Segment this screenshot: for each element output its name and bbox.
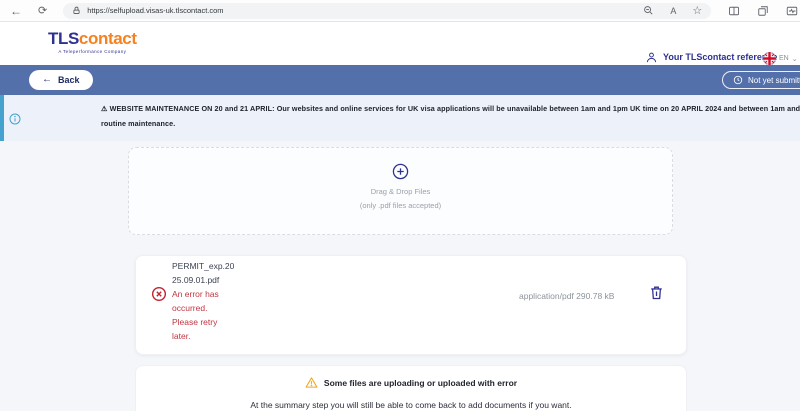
delete-file-button[interactable]	[647, 284, 665, 302]
status-badge: Not yet submitted	[722, 71, 800, 89]
file-error-line: occurred.	[172, 301, 256, 315]
read-aloud-icon[interactable]: A	[670, 6, 676, 16]
maintenance-banner: ⚠ WEBSITE MAINTENANCE ON 20 and 21 APRIL…	[0, 95, 800, 141]
dropzone-subtitle: (only .pdf files accepted)	[360, 201, 441, 210]
split-screen-icon[interactable]	[728, 5, 740, 17]
reference-label: Your TLScontact reference	[663, 52, 777, 62]
lock-icon	[72, 6, 81, 15]
maintenance-message: ⚠ WEBSITE MAINTENANCE ON 20 and 21 APRIL…	[101, 101, 800, 131]
action-bar: ← Back Not yet submitted	[0, 65, 800, 95]
back-button[interactable]: ← Back	[29, 70, 93, 90]
page-content: TLScontact A Teleperformance Company You…	[0, 22, 800, 411]
logo-text-tls: TLS	[48, 29, 79, 48]
uploaded-file-row: PERMIT_exp.20 25.09.01.pdf An error has …	[135, 255, 687, 355]
file-name-line: PERMIT_exp.20	[172, 259, 256, 273]
browser-back-icon[interactable]: ←	[10, 0, 22, 22]
banner-accent-bar	[0, 95, 4, 141]
file-meta: application/pdf 290.78 kB	[519, 291, 614, 301]
upload-warning: Some files are uploading or uploaded wit…	[136, 376, 686, 389]
maintenance-message-line1: ⚠ WEBSITE MAINTENANCE ON 20 and 21 APRIL…	[101, 101, 800, 116]
logo-tagline: A Teleperformance Company	[48, 49, 137, 54]
summary-step-note: At the summary step you will still be ab…	[136, 400, 686, 410]
file-error-line: Please retry	[172, 315, 256, 329]
language-selector[interactable]: EN ⌄	[763, 52, 798, 65]
browser-refresh-icon[interactable]: ⟳	[38, 0, 47, 22]
browser-essentials-icon[interactable]	[786, 5, 798, 17]
language-code: EN	[779, 55, 789, 62]
upload-warning-text: Some files are uploading or uploaded wit…	[324, 378, 517, 388]
back-button-arrow-icon: ←	[42, 75, 52, 85]
clock-icon	[733, 75, 743, 85]
site-header: TLScontact A Teleperformance Company You…	[0, 22, 800, 65]
maintenance-message-line2: routine maintenance.	[101, 116, 800, 131]
add-file-icon	[392, 163, 409, 180]
file-dropzone[interactable]: Drag & Drop Files (only .pdf files accep…	[128, 147, 673, 235]
file-error-line: later.	[172, 329, 256, 343]
file-info: PERMIT_exp.20 25.09.01.pdf An error has …	[172, 259, 256, 343]
chevron-down-icon: ⌄	[792, 55, 798, 63]
address-bar[interactable]: https://selfupload.visas-uk.tlscontact.c…	[63, 3, 711, 19]
upload-error-icon	[151, 286, 167, 307]
browser-window: ← ⟳ https://selfupload.visas-uk.tlsconta…	[0, 0, 800, 411]
info-icon	[9, 112, 21, 130]
zoom-out-icon[interactable]	[643, 5, 654, 16]
status-badge-label: Not yet submitted	[748, 76, 800, 85]
url-text: https://selfupload.visas-uk.tlscontact.c…	[87, 6, 223, 15]
favorites-star-icon[interactable]: ☆	[692, 4, 702, 17]
upload-section: Drag & Drop Files (only .pdf files accep…	[0, 141, 800, 411]
warning-triangle-icon	[305, 376, 318, 389]
file-name-line: 25.09.01.pdf	[172, 273, 256, 287]
collections-icon[interactable]	[757, 5, 769, 17]
upload-status-panel: Some files are uploading or uploaded wit…	[135, 365, 687, 411]
file-error-line: An error has	[172, 287, 256, 301]
dropzone-title: Drag & Drop Files	[371, 187, 431, 196]
tlscontact-logo: TLScontact A Teleperformance Company	[48, 30, 137, 54]
uk-flag-icon	[763, 52, 776, 65]
logo-text-contact: contact	[79, 29, 137, 48]
browser-toolbar: ← ⟳ https://selfupload.visas-uk.tlsconta…	[0, 0, 800, 22]
back-button-label: Back	[58, 75, 80, 85]
